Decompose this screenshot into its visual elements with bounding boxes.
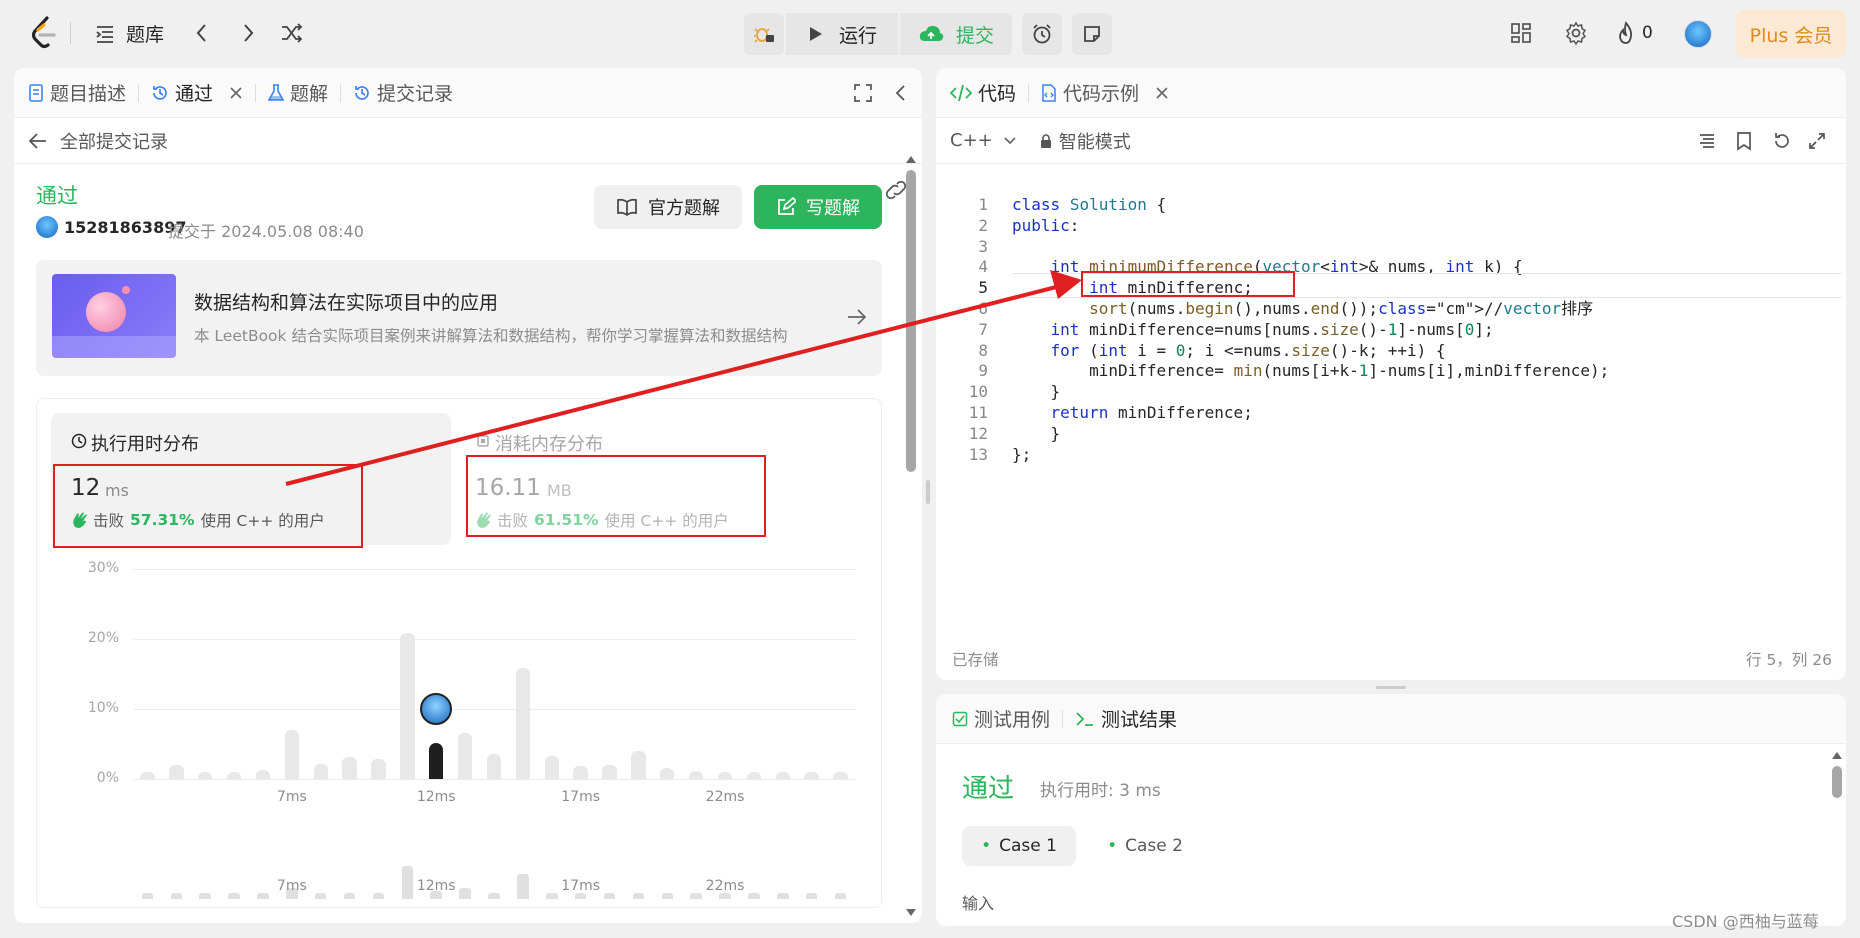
annotation-box-runtime: [53, 464, 363, 548]
annotation-box-code: [1081, 271, 1295, 297]
annotation-box-memory: [466, 455, 766, 537]
